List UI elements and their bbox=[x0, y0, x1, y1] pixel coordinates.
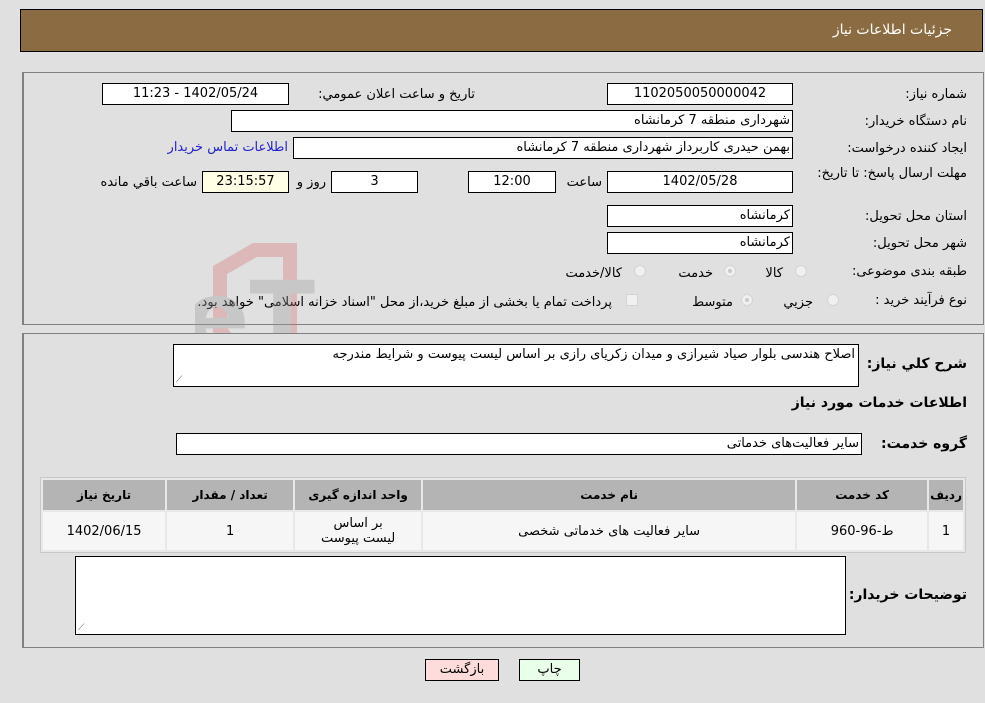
cell-service-code: ط-96-960 bbox=[797, 512, 928, 550]
description-textarea[interactable]: اصلاح هندسی بلوار صیاد شیرازی و میدان زک… bbox=[173, 344, 859, 387]
buyer-contact-link[interactable]: اطلاعات تماس خریدار bbox=[168, 140, 288, 155]
description-text: اصلاح هندسی بلوار صیاد شیرازی و میدان زک… bbox=[332, 347, 855, 362]
buyer-notes-textarea[interactable]: ⟋ bbox=[75, 556, 846, 635]
cell-unit: بر اساس لیست پیوست bbox=[295, 512, 422, 550]
purchase-type-radio-minor[interactable] bbox=[827, 294, 839, 306]
resize-grip-icon[interactable]: ⟋ bbox=[78, 623, 84, 633]
remaining-time-label: ساعت باقي مانده bbox=[100, 175, 197, 190]
deadline-label: مهلت ارسال پاسخ: تا تاریخ: bbox=[817, 166, 967, 181]
purchase-type-option-medium: متوسط bbox=[692, 295, 733, 310]
deadline-time-label: ساعت bbox=[566, 175, 602, 190]
requester-label: ایجاد کننده درخواست: bbox=[847, 141, 967, 156]
page-title: جزئیات اطلاعات نیاز bbox=[832, 22, 952, 38]
announce-datetime-label: تاریخ و ساعت اعلان عمومي: bbox=[318, 87, 475, 102]
province-label: استان محل تحویل: bbox=[865, 209, 967, 224]
category-label: طبقه بندی موضوعی: bbox=[851, 264, 967, 279]
col-header-quantity: تعداد / مقدار bbox=[167, 480, 294, 510]
days-label: روز و bbox=[296, 175, 326, 190]
remaining-time-field: 23:15:57 bbox=[202, 171, 289, 193]
remaining-days-field: 3 bbox=[331, 171, 418, 193]
category-radio-goods[interactable] bbox=[795, 265, 807, 277]
deadline-date-field: 1402/05/28 bbox=[607, 171, 793, 193]
purchase-type-label: نوع فرآیند خرید : bbox=[875, 293, 967, 308]
service-group-label: گروه خدمت: bbox=[881, 436, 967, 452]
deadline-time-field: 12:00 bbox=[468, 171, 556, 193]
cell-quantity: 1 bbox=[167, 512, 294, 550]
city-field: کرمانشاه bbox=[607, 232, 793, 254]
cell-row-number: 1 bbox=[929, 512, 963, 550]
col-header-service-code: کد خدمت bbox=[797, 480, 928, 510]
col-header-row-number: ردیف bbox=[929, 480, 963, 510]
page-header: جزئیات اطلاعات نیاز bbox=[20, 9, 983, 52]
category-option-service: خدمت bbox=[678, 266, 713, 281]
buyer-org-label: نام دستگاه خریدار: bbox=[864, 114, 967, 129]
buyer-org-field: شهرداری منطقه 7 کرمانشاه bbox=[231, 110, 793, 132]
treasury-note: پرداخت تمام یا بخشی از مبلغ خرید،از محل … bbox=[197, 295, 612, 310]
purchase-type-option-minor: جزيي bbox=[783, 295, 813, 310]
category-option-goods-service: کالا/خدمت bbox=[565, 266, 622, 281]
col-header-need-date: تاریخ نیاز bbox=[43, 480, 166, 510]
print-button[interactable]: چاپ bbox=[519, 659, 580, 681]
treasury-checkbox[interactable] bbox=[626, 294, 638, 306]
announce-datetime-field: 1402/05/24 - 11:23 bbox=[102, 83, 289, 105]
purchase-type-radio-medium[interactable] bbox=[741, 294, 753, 306]
cell-service-name: سایر فعالیت های خدماتی شخصی bbox=[423, 512, 796, 550]
col-header-unit: واحد اندازه گیری bbox=[295, 480, 422, 510]
col-header-service-name: نام خدمت bbox=[423, 480, 796, 510]
services-section-title: اطلاعات خدمات مورد نیاز bbox=[791, 395, 967, 411]
requester-field: بهمن حیدری کاربرداز شهرداری منطقه 7 کرما… bbox=[293, 137, 793, 159]
table-header-row: ردیف کد خدمت نام خدمت واحد اندازه گیری ت… bbox=[43, 480, 963, 510]
category-radio-service[interactable] bbox=[724, 265, 736, 277]
back-button[interactable]: بازگشت bbox=[425, 659, 499, 681]
table-row: 1 ط-96-960 سایر فعالیت های خدماتی شخصی ب… bbox=[43, 512, 963, 550]
need-number-field: 1102050050000042 bbox=[607, 83, 793, 105]
province-field: کرمانشاه bbox=[607, 205, 793, 227]
description-label: شرح کلي نیاز: bbox=[866, 356, 967, 372]
buyer-notes-label: توضیحات خریدار: bbox=[848, 587, 967, 603]
service-group-field: سایر فعالیت‌های خدماتی bbox=[176, 433, 862, 455]
cell-need-date: 1402/06/15 bbox=[43, 512, 166, 550]
resize-grip-icon[interactable]: ⟋ bbox=[176, 375, 182, 385]
city-label: شهر محل تحویل: bbox=[872, 236, 967, 251]
category-radio-goods-service[interactable] bbox=[634, 265, 646, 277]
need-number-label: شماره نیاز: bbox=[905, 87, 967, 102]
services-table: ردیف کد خدمت نام خدمت واحد اندازه گیری ت… bbox=[40, 477, 966, 553]
category-option-goods: کالا bbox=[765, 266, 783, 281]
